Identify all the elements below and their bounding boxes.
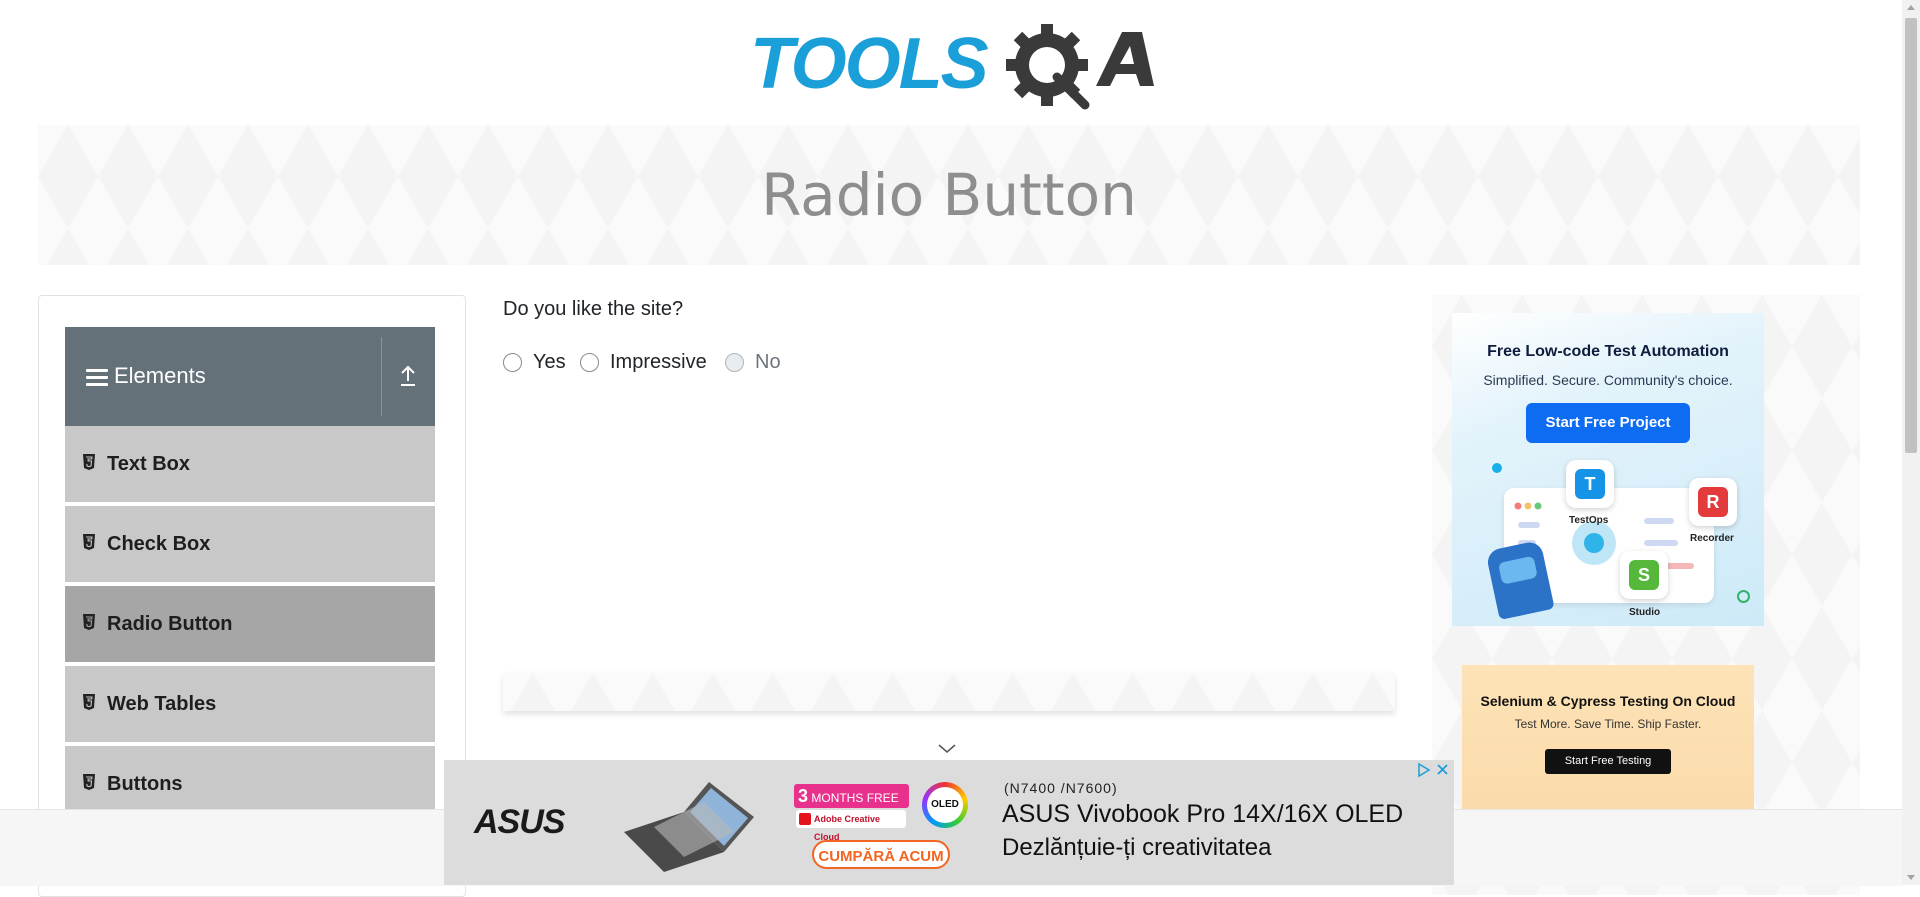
bottom-ad-asus[interactable]: ASUS 3 MONTHS FREE Adobe Creative Cloud … — [444, 760, 1454, 885]
radio-circle — [725, 352, 744, 372]
sidebar-group-header-elements[interactable]: Elements — [65, 327, 435, 426]
sidebar-item-text-box[interactable]: Text Box — [65, 426, 435, 504]
html5-icon — [83, 534, 95, 550]
ad-katalon[interactable]: Free Low-code Test Automation Simplified… — [1452, 313, 1764, 626]
scrollbar[interactable] — [1902, 0, 1920, 885]
scroll-up-arrow-icon[interactable] — [1907, 5, 1915, 10]
app-label: Recorder — [1690, 533, 1734, 544]
scrollbar-thumb[interactable] — [1905, 18, 1917, 453]
ad-headline: Free Low-code Test Automation — [1487, 343, 1729, 360]
start-free-testing-button[interactable]: Start Free Testing — [1545, 749, 1671, 774]
radio-circle[interactable] — [503, 352, 522, 372]
html5-icon — [83, 774, 95, 790]
hamburger-icon — [86, 369, 108, 387]
radio-no: No — [725, 350, 781, 374]
sidebar-item-label: Buttons — [107, 773, 183, 795]
sidebar-group-title: Elements — [114, 363, 206, 388]
sidebar-item-label: Web Tables — [107, 693, 217, 715]
sidebar-item-radio-button[interactable]: Radio Button — [65, 586, 435, 664]
laptop-image — [614, 772, 764, 877]
toolsqa-logo[interactable]: TOOLS — [750, 18, 1155, 113]
html5-icon — [83, 614, 95, 630]
html5-icon — [83, 694, 95, 710]
ad-subline: Simplified. Secure. Community's choice. — [1483, 372, 1733, 388]
sidebar-item-check-box[interactable]: Check Box — [65, 506, 435, 584]
question-text: Do you like the site? — [503, 298, 684, 320]
radio-label: No — [755, 350, 781, 373]
start-free-project-button[interactable]: Start Free Project — [1526, 403, 1690, 443]
radio-label[interactable]: Yes — [533, 351, 566, 374]
decor-dot — [1492, 463, 1502, 473]
content-ad-strip — [503, 673, 1395, 711]
html5-icon — [83, 454, 95, 470]
oled-badge: OLED — [922, 782, 968, 828]
radio-yes[interactable]: Yes — [503, 350, 566, 374]
header-divider — [381, 337, 382, 416]
adchoices-icon — [1418, 762, 1431, 778]
ad-model-text: (N7400 /N7600) — [1004, 780, 1118, 796]
ad-tagline: Dezlănțuie-ți creativitatea — [1002, 834, 1272, 861]
asus-logo: ASUS — [474, 803, 565, 841]
recorder-app-icon: R — [1689, 478, 1737, 526]
adobe-cc-badge: Adobe Creative Cloud — [796, 810, 906, 842]
radio-circle[interactable] — [580, 352, 599, 372]
studio-app-icon: S — [1620, 551, 1668, 599]
ad-title: ASUS Vivobook Pro 14X/16X OLED — [1002, 800, 1404, 828]
close-icon — [1437, 764, 1448, 775]
ad-headline: Selenium & Cypress Testing On Cloud — [1480, 693, 1736, 709]
adobe-icon — [799, 813, 811, 825]
sidebar-item-label: Check Box — [107, 533, 211, 555]
scroll-down-arrow-icon[interactable] — [1907, 875, 1915, 880]
ad-subline: Test More. Save Time. Ship Faster. — [1514, 717, 1702, 731]
app-label: TestOps — [1569, 515, 1609, 526]
page-banner: Radio Button — [38, 125, 1860, 265]
decor-ring — [1737, 590, 1750, 603]
promo-badge: 3 MONTHS FREE — [794, 784, 909, 808]
svg-text:TOOLS: TOOLS — [750, 24, 989, 104]
radio-label[interactable]: Impressive — [610, 351, 707, 374]
testops-app-icon: T — [1566, 460, 1614, 508]
radio-impressive[interactable]: Impressive — [580, 350, 707, 374]
app-label: Studio — [1629, 607, 1661, 618]
chevron-down-icon[interactable] — [937, 742, 957, 754]
ad-controls[interactable] — [1416, 762, 1450, 778]
buy-now-button[interactable]: CUMPĂRĂ ACUM — [812, 840, 950, 869]
page-title: Radio Button — [761, 161, 1137, 229]
sidebar-item-label: Radio Button — [107, 613, 233, 635]
sidebar-item-label: Text Box — [107, 453, 190, 475]
sidebar-item-web-tables[interactable]: Web Tables — [65, 666, 435, 744]
collapse-arrow-icon[interactable] — [395, 363, 421, 389]
